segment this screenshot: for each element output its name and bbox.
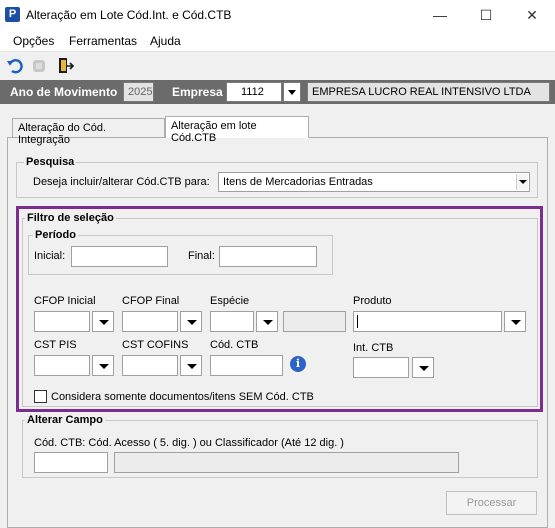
- sem-cod-ctb-label: Considera somente documentos/itens SEM C…: [51, 391, 314, 403]
- inicial-label: Inicial:: [34, 250, 66, 262]
- produto-label: Produto: [353, 295, 392, 307]
- maximize-button[interactable]: ☐: [463, 0, 509, 30]
- cst-pis-dropdown-button[interactable]: [92, 355, 114, 376]
- ano-label: Ano de Movimento: [10, 85, 118, 99]
- especie-input[interactable]: [210, 311, 254, 332]
- int-ctb-dropdown-button[interactable]: [412, 357, 434, 378]
- text-cursor: [357, 315, 358, 328]
- pesquisa-select[interactable]: Itens de Mercadorias Entradas: [218, 172, 530, 192]
- int-ctb-label: Int. CTB: [353, 342, 394, 354]
- exit-icon[interactable]: [56, 57, 75, 75]
- disabled-icon: [30, 57, 48, 75]
- pesquisa-prompt: Deseja incluir/alterar Cód.CTB para:: [33, 176, 210, 188]
- final-label: Final:: [188, 250, 215, 262]
- processar-button[interactable]: Processar: [446, 491, 537, 515]
- cst-cofins-label: CST COFINS: [122, 339, 189, 351]
- tab-alteracao-lote-cod-ctb[interactable]: Alteração em lote Cód.CTB: [165, 116, 309, 144]
- produto-dropdown-button[interactable]: [504, 311, 526, 332]
- undo-icon[interactable]: [6, 57, 24, 75]
- especie-label: Espécie: [210, 295, 250, 307]
- pesquisa-title: Pesquisa: [24, 156, 77, 168]
- cfop-inicial-dropdown-button[interactable]: [92, 311, 114, 332]
- alterar-description: Cód. CTB: Cód. Acesso ( 5. dig. ) ou Cla…: [34, 437, 344, 449]
- periodo-final-input[interactable]: [219, 246, 317, 267]
- periodo-inicial-input[interactable]: [71, 246, 168, 267]
- sem-cod-ctb-checkbox[interactable]: [34, 390, 47, 403]
- empresa-dropdown-button[interactable]: [283, 82, 301, 102]
- minimize-button[interactable]: —: [417, 0, 463, 30]
- cfop-final-input[interactable]: [122, 311, 178, 332]
- tab-alteracao-cod-integracao[interactable]: Alteração do Cód. Integração: [12, 118, 165, 146]
- app-logo-icon: P: [5, 7, 20, 22]
- cst-cofins-dropdown-button[interactable]: [180, 355, 202, 376]
- empresa-code-field[interactable]: 1112: [226, 82, 282, 102]
- cst-cofins-input[interactable]: [122, 355, 178, 376]
- especie-dropdown-button[interactable]: [256, 311, 278, 332]
- cod-ctb-label: Cód. CTB: [210, 339, 259, 351]
- filtro-title: Filtro de seleção: [25, 212, 116, 224]
- cfop-inicial-label: CFOP Inicial: [34, 295, 96, 307]
- cfop-inicial-input[interactable]: [34, 311, 90, 332]
- int-ctb-input[interactable]: [353, 357, 409, 378]
- alterar-title: Alterar Campo: [25, 414, 105, 426]
- cod-ctb-input[interactable]: [210, 355, 283, 376]
- close-button[interactable]: ✕: [509, 0, 555, 30]
- especie-description-field: [283, 311, 346, 332]
- cst-pis-input[interactable]: [34, 355, 90, 376]
- info-icon[interactable]: i: [290, 356, 306, 372]
- ano-field: 2025: [123, 82, 154, 102]
- cfop-final-dropdown-button[interactable]: [180, 311, 202, 332]
- cod-ctb-descricao-field: [114, 452, 459, 473]
- empresa-label: Empresa: [172, 85, 223, 99]
- cst-pis-label: CST PIS: [34, 339, 77, 351]
- periodo-title: Período: [33, 229, 78, 241]
- produto-input[interactable]: [353, 311, 502, 332]
- cod-ctb-novo-input[interactable]: [34, 452, 108, 473]
- pesquisa-select-value: Itens de Mercadorias Entradas: [223, 176, 373, 188]
- cfop-final-label: CFOP Final: [122, 295, 180, 307]
- menu-opcoes[interactable]: Opções: [13, 34, 54, 48]
- toolbar: [0, 53, 555, 80]
- menu-ferramentas[interactable]: Ferramentas: [69, 34, 137, 48]
- empresa-name-field: EMPRESA LUCRO REAL INTENSIVO LTDA: [307, 82, 550, 102]
- menu-ajuda[interactable]: Ajuda: [150, 34, 181, 48]
- pesquisa-select-arrow-icon[interactable]: [516, 174, 528, 190]
- window-title: Alteração em Lote Cód.Int. e Cód.CTB: [26, 8, 232, 22]
